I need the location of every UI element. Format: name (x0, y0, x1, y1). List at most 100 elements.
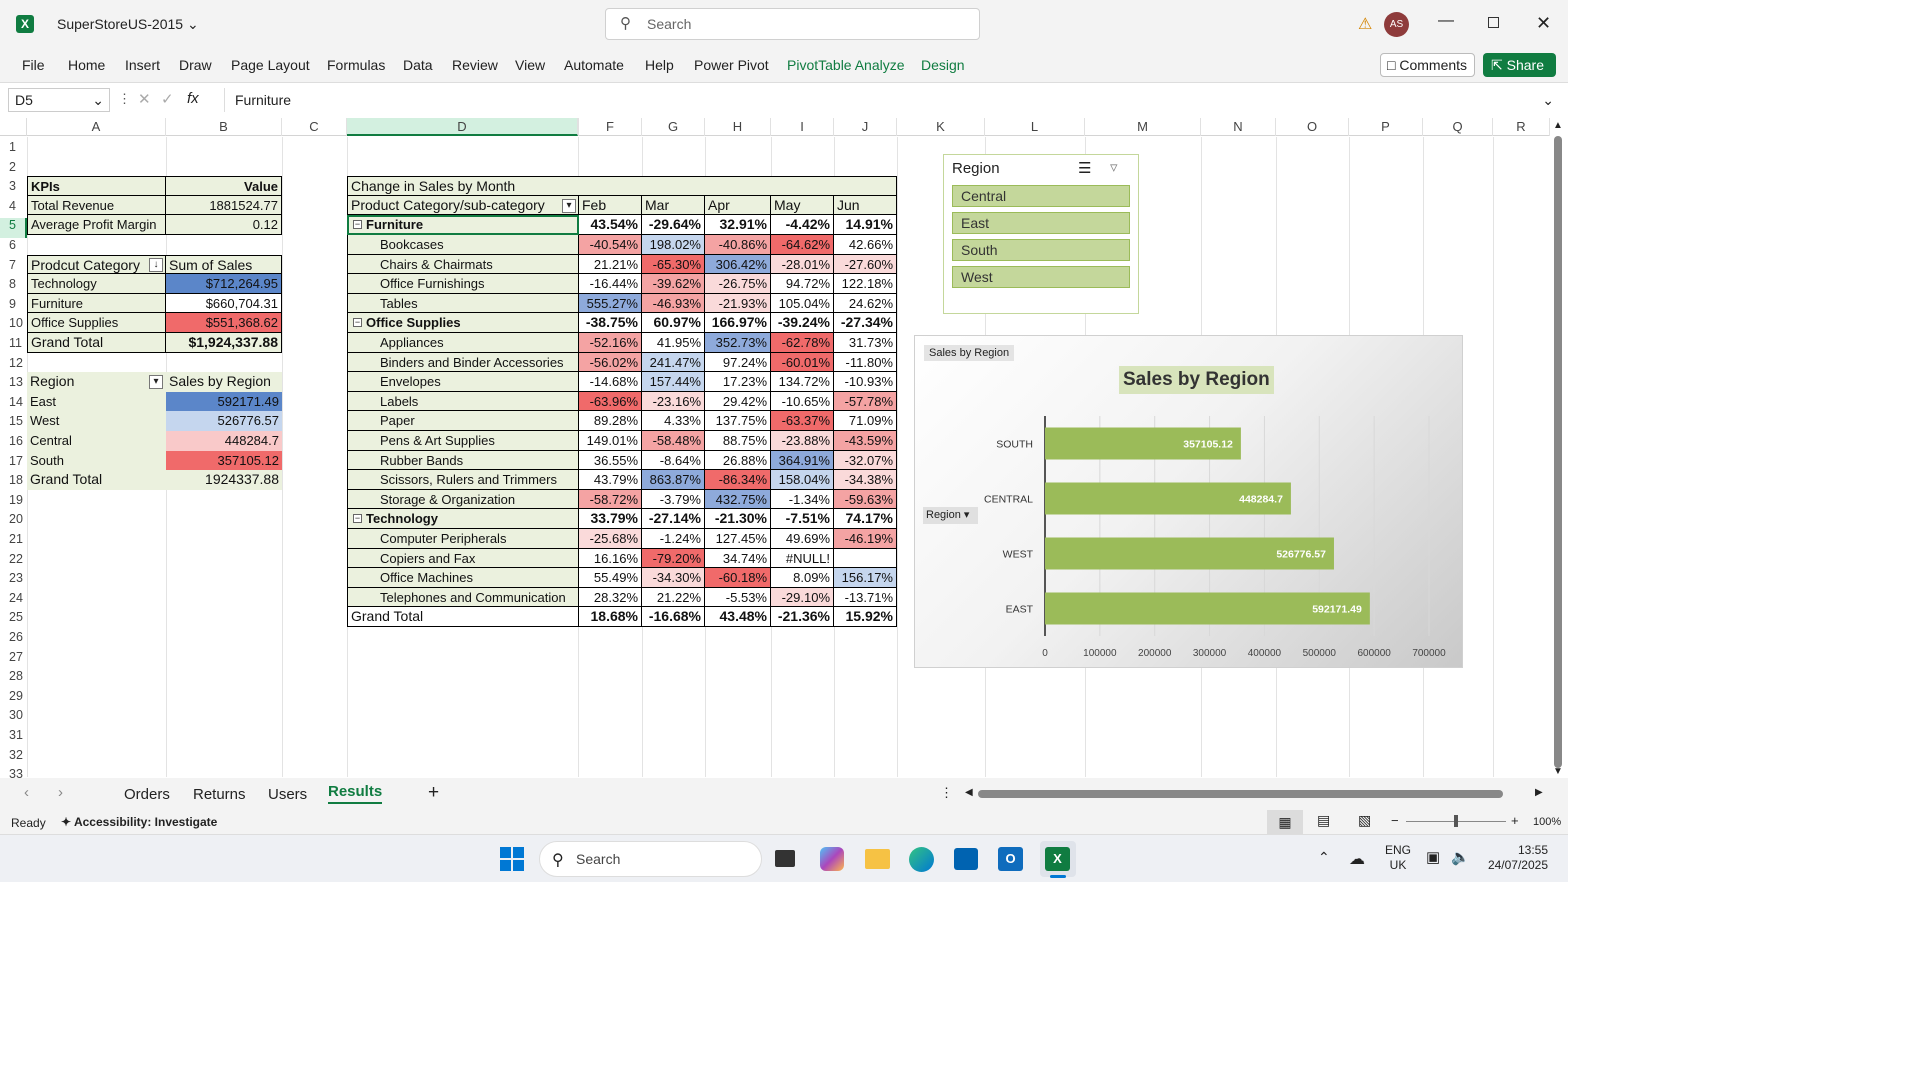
row-header-13[interactable]: 13 (0, 375, 27, 395)
sales-by-region-chart[interactable]: Sales by Region Sales by Region Region ▾… (914, 335, 1463, 668)
sheet-tab-returns[interactable]: Returns (193, 786, 246, 803)
column-header-i[interactable]: I (771, 118, 834, 136)
slicer-item-east[interactable]: East (952, 212, 1130, 234)
minimize-icon[interactable]: — (1438, 12, 1454, 30)
column-header-h[interactable]: H (705, 118, 771, 136)
column-header-o[interactable]: O (1276, 118, 1349, 136)
row-header-24[interactable]: 24 (0, 591, 27, 611)
row-header-14[interactable]: 14 (0, 395, 27, 415)
sheet-tab-orders[interactable]: Orders (124, 786, 170, 803)
column-header-m[interactable]: M (1085, 118, 1201, 136)
tab-help[interactable]: Help (645, 57, 674, 73)
row-header-10[interactable]: 10 (0, 316, 27, 336)
sheet-tab-users[interactable]: Users (268, 786, 307, 803)
row-header-25[interactable]: 25 (0, 610, 27, 630)
task-view-icon[interactable] (775, 850, 795, 867)
store-icon[interactable] (954, 848, 978, 870)
column-header-p[interactable]: P (1349, 118, 1423, 136)
tab-power-pivot[interactable]: Power Pivot (694, 57, 769, 73)
language-indicator[interactable]: ENG UK (1385, 843, 1411, 873)
show-hidden-icons[interactable]: ⌃ (1318, 849, 1330, 866)
share-button[interactable]: ⇱ Share ⌄ (1483, 53, 1556, 97)
onedrive-icon[interactable]: ☁ (1349, 849, 1365, 869)
row-header-23[interactable]: 23 (0, 571, 27, 591)
cancel-icon[interactable]: ✕ (138, 90, 151, 108)
clear-filter-icon[interactable]: ▿ (1110, 158, 1118, 176)
column-header-n[interactable]: N (1201, 118, 1276, 136)
collapse-icon[interactable]: − (353, 514, 362, 524)
pivot-group-label[interactable]: Technology (347, 509, 579, 529)
column-header-c[interactable]: C (282, 118, 347, 136)
row-header-30[interactable]: 30 (0, 708, 27, 728)
row-header-7[interactable]: 7 (0, 258, 27, 278)
zoom-slider-thumb[interactable] (1454, 815, 1458, 827)
tab-page-layout[interactable]: Page Layout (231, 57, 310, 73)
row-header-26[interactable]: 26 (0, 630, 27, 650)
row-header-6[interactable]: 6 (0, 238, 27, 258)
horizontal-scroll-thumb[interactable] (978, 790, 1503, 798)
filter-dropdown-icon[interactable]: ▾ (562, 198, 576, 213)
close-icon[interactable]: ✕ (1536, 13, 1551, 34)
volume-icon[interactable]: 🔈 (1451, 848, 1470, 866)
collapse-icon[interactable]: − (353, 318, 362, 328)
zoom-level[interactable]: 100% (1533, 816, 1561, 828)
row-header-28[interactable]: 28 (0, 669, 27, 689)
row-header-1[interactable]: 1 (0, 140, 27, 160)
zoom-in-icon[interactable]: + (1511, 813, 1519, 828)
column-header-r[interactable]: R (1493, 118, 1550, 136)
row-header-3[interactable]: 3 (0, 179, 27, 199)
accessibility-status[interactable]: ✦ Accessibility: Investigate (61, 815, 217, 829)
clock[interactable]: 13:55 24/07/2025 (1484, 843, 1548, 873)
row-header-31[interactable]: 31 (0, 728, 27, 748)
column-header-d[interactable]: D (347, 118, 578, 136)
row-header-17[interactable]: 17 (0, 454, 27, 474)
tab-insert[interactable]: Insert (125, 57, 160, 73)
row-header-19[interactable]: 19 (0, 493, 27, 513)
row-header-11[interactable]: 11 (0, 336, 27, 356)
scroll-left-icon[interactable]: ◀ (965, 787, 973, 798)
sort-dropdown-icon[interactable]: ↓ (149, 257, 163, 272)
row-header-2[interactable]: 2 (0, 160, 27, 180)
region-slicer[interactable]: Region ☰ ▿ (943, 154, 1139, 314)
filter-dropdown-icon[interactable]: ▾ (149, 375, 163, 390)
add-sheet-icon[interactable]: + (428, 782, 439, 804)
excel-taskbar-icon[interactable]: X (1040, 841, 1076, 878)
formula-input[interactable]: Furniture ⌄ (224, 88, 1560, 112)
row-header-16[interactable]: 16 (0, 434, 27, 454)
outlook-icon[interactable]: O (998, 847, 1023, 871)
normal-view-icon[interactable]: ▦ (1267, 810, 1303, 834)
pivot-group-label[interactable]: Furniture (347, 215, 579, 235)
tab-home[interactable]: Home (68, 57, 105, 73)
column-header-j[interactable]: J (834, 118, 897, 136)
column-header-l[interactable]: L (985, 118, 1085, 136)
row-header-15[interactable]: 15 (0, 414, 27, 434)
tab-design[interactable]: Design (921, 57, 965, 73)
tab-pivottable-analyze[interactable]: PivotTable Analyze (787, 57, 905, 73)
row-header-22[interactable]: 22 (0, 552, 27, 572)
prev-sheet-icon[interactable]: ‹ (24, 784, 29, 801)
row-header-32[interactable]: 32 (0, 748, 27, 768)
enter-icon[interactable]: ✓ (161, 90, 174, 108)
multi-select-icon[interactable]: ☰ (1078, 159, 1091, 177)
workbook-title[interactable]: SuperStoreUS-2015 ⌄ (57, 16, 199, 33)
comments-button[interactable]: □ Comments (1380, 53, 1475, 77)
row-header-18[interactable]: 18 (0, 473, 27, 493)
sheet-tab-results[interactable]: Results (328, 783, 383, 804)
tab-review[interactable]: Review (452, 57, 498, 73)
avatar[interactable]: AS (1384, 12, 1409, 37)
slicer-item-west[interactable]: West (952, 266, 1130, 288)
collapse-icon[interactable]: − (353, 220, 362, 230)
slicer-item-south[interactable]: South (952, 239, 1130, 261)
column-header-k[interactable]: K (897, 118, 985, 136)
edge-icon[interactable] (909, 847, 934, 872)
scroll-down-icon[interactable]: ▼ (1553, 766, 1563, 777)
tab-formulas[interactable]: Formulas (327, 57, 385, 73)
windows-start-icon[interactable] (500, 847, 524, 871)
more-options-icon[interactable]: ⋮ (940, 785, 953, 801)
select-all-corner[interactable] (0, 118, 27, 136)
tab-automate[interactable]: Automate (564, 57, 624, 73)
row-header-29[interactable]: 29 (0, 689, 27, 709)
column-header-f[interactable]: F (579, 118, 642, 136)
column-header-a[interactable]: A (27, 118, 166, 136)
column-header-g[interactable]: G (642, 118, 705, 136)
